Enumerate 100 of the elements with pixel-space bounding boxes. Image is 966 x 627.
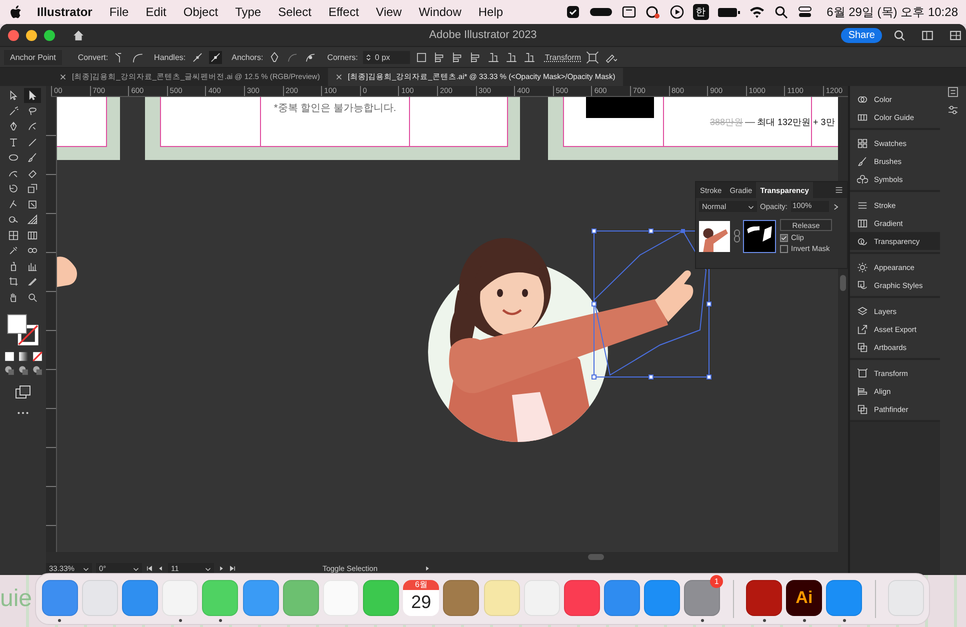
artwork-thumbnail[interactable] [699, 220, 730, 252]
export-icon[interactable] [857, 324, 868, 334]
apple-logo-icon[interactable] [10, 4, 23, 20]
menu-item[interactable]: Help [478, 5, 504, 19]
align-icon[interactable] [504, 50, 518, 64]
close-icon[interactable] [60, 74, 66, 80]
isolate-icon[interactable] [586, 50, 600, 64]
app-icon[interactable] [564, 580, 600, 616]
menu-item[interactable]: Type [235, 5, 262, 19]
sun-icon[interactable] [857, 262, 868, 272]
fill-stroke-swatch[interactable] [6, 313, 40, 347]
club-icon[interactable] [857, 174, 868, 184]
close-button[interactable] [8, 30, 19, 40]
stroke-icon[interactable] [857, 200, 868, 210]
chevron-down-icon[interactable] [748, 204, 754, 210]
panels-icon[interactable] [949, 28, 962, 42]
app-icon[interactable] [644, 580, 680, 616]
transparency-icon[interactable] [857, 236, 868, 246]
draw-mode-icon[interactable] [4, 365, 14, 376]
brush-icon[interactable] [857, 156, 868, 166]
checkbox[interactable] [780, 244, 788, 252]
selection-bounding-box[interactable] [590, 227, 714, 381]
graphic-styles-icon[interactable] [857, 280, 868, 290]
properties-icon[interactable] [947, 86, 959, 98]
handle-icon[interactable] [190, 50, 204, 64]
app-icon[interactable] [604, 580, 640, 616]
align-icon[interactable] [486, 50, 500, 64]
panel-menu-icon[interactable] [835, 186, 843, 194]
sliders-icon[interactable] [947, 104, 959, 116]
transform-icon[interactable] [857, 368, 868, 378]
menu-item[interactable]: Object [183, 5, 218, 19]
stepper-icon[interactable] [366, 52, 371, 62]
align-icon[interactable] [450, 50, 464, 64]
app-logo-text: Ai [796, 588, 813, 608]
color-mode-icon[interactable] [4, 351, 14, 362]
menu-item[interactable]: Select [278, 5, 312, 19]
layers-icon[interactable] [857, 306, 868, 316]
close-icon[interactable] [336, 74, 342, 80]
chevron-down-icon[interactable] [205, 566, 211, 572]
chevron-down-icon[interactable] [133, 566, 139, 572]
first-artboard-icon[interactable] [146, 565, 153, 572]
app-icon[interactable] [42, 580, 78, 616]
input-source-indicator[interactable]: 한 [692, 4, 709, 20]
play-icon[interactable] [668, 4, 685, 20]
menu-item[interactable]: Effect [328, 5, 359, 19]
menu-item[interactable]: View [376, 5, 402, 19]
layout-icon[interactable] [921, 28, 934, 42]
color-icon[interactable] [857, 94, 868, 104]
direct-selection-icon[interactable] [24, 88, 41, 103]
display-icon[interactable] [620, 4, 637, 20]
filled-rectangle [586, 97, 654, 118]
app-icon[interactable] [443, 580, 480, 616]
gradient-icon[interactable] [857, 218, 868, 228]
home-icon[interactable] [72, 28, 85, 42]
app-icon[interactable] [122, 580, 158, 616]
screen-mode-icon[interactable] [15, 385, 31, 399]
last-artboard-icon[interactable] [229, 565, 236, 572]
swatches-icon[interactable] [857, 138, 868, 148]
align-icon[interactable] [468, 50, 482, 64]
horizontal-scrollbar[interactable] [46, 552, 848, 562]
align-icon[interactable] [522, 50, 536, 64]
search-icon[interactable] [772, 4, 789, 20]
transform-link[interactable]: Transform [544, 52, 582, 62]
search-icon[interactable] [893, 28, 906, 42]
calendar-app-icon[interactable]: 6월 29 [403, 580, 440, 616]
draw-mode-icon[interactable] [18, 365, 28, 376]
app-icon[interactable]: Ai [786, 580, 822, 616]
tool-name-label: Anchor Point [4, 50, 62, 64]
calendar-month: 6월 [403, 580, 440, 590]
control-center-icon[interactable] [796, 4, 813, 20]
mask-thumbnail[interactable] [744, 220, 775, 252]
pathfinder-icon[interactable] [857, 404, 868, 414]
app-icon[interactable] [684, 580, 720, 616]
artboards-icon[interactable] [857, 342, 868, 352]
menu-item[interactable]: Window [418, 5, 462, 19]
shield-check-icon[interactable] [564, 4, 581, 20]
gradient-mode-icon[interactable] [18, 351, 28, 362]
draw-mode-icon[interactable] [32, 365, 42, 376]
corners-field[interactable]: 0 px [362, 50, 410, 64]
app-menu[interactable]: Illustrator [37, 5, 92, 19]
more-tools-icon[interactable] [17, 411, 29, 415]
zoom-button[interactable] [44, 30, 55, 40]
share-button[interactable]: Share [841, 28, 882, 42]
link-icon[interactable] [733, 229, 741, 243]
align-icon[interactable] [857, 386, 868, 396]
chevron-right-icon[interactable] [832, 202, 840, 210]
align-icon[interactable] [432, 50, 446, 64]
clock[interactable]: 6월 29일 (목) 오후 10:28 [826, 4, 958, 20]
minimize-button[interactable] [26, 30, 37, 40]
none-mode-icon[interactable] [32, 351, 42, 362]
checkbox[interactable] [780, 234, 788, 242]
wifi-icon[interactable] [748, 4, 765, 20]
app-icon[interactable] [826, 580, 862, 616]
color-guide-icon[interactable] [857, 112, 868, 122]
app-icon[interactable] [242, 580, 279, 616]
chevron-down-icon[interactable] [83, 566, 89, 572]
app-icon[interactable] [746, 580, 782, 616]
menu-item[interactable]: File [109, 5, 129, 19]
handle-icon[interactable] [208, 50, 222, 64]
menu-item[interactable]: Edit [146, 5, 166, 19]
